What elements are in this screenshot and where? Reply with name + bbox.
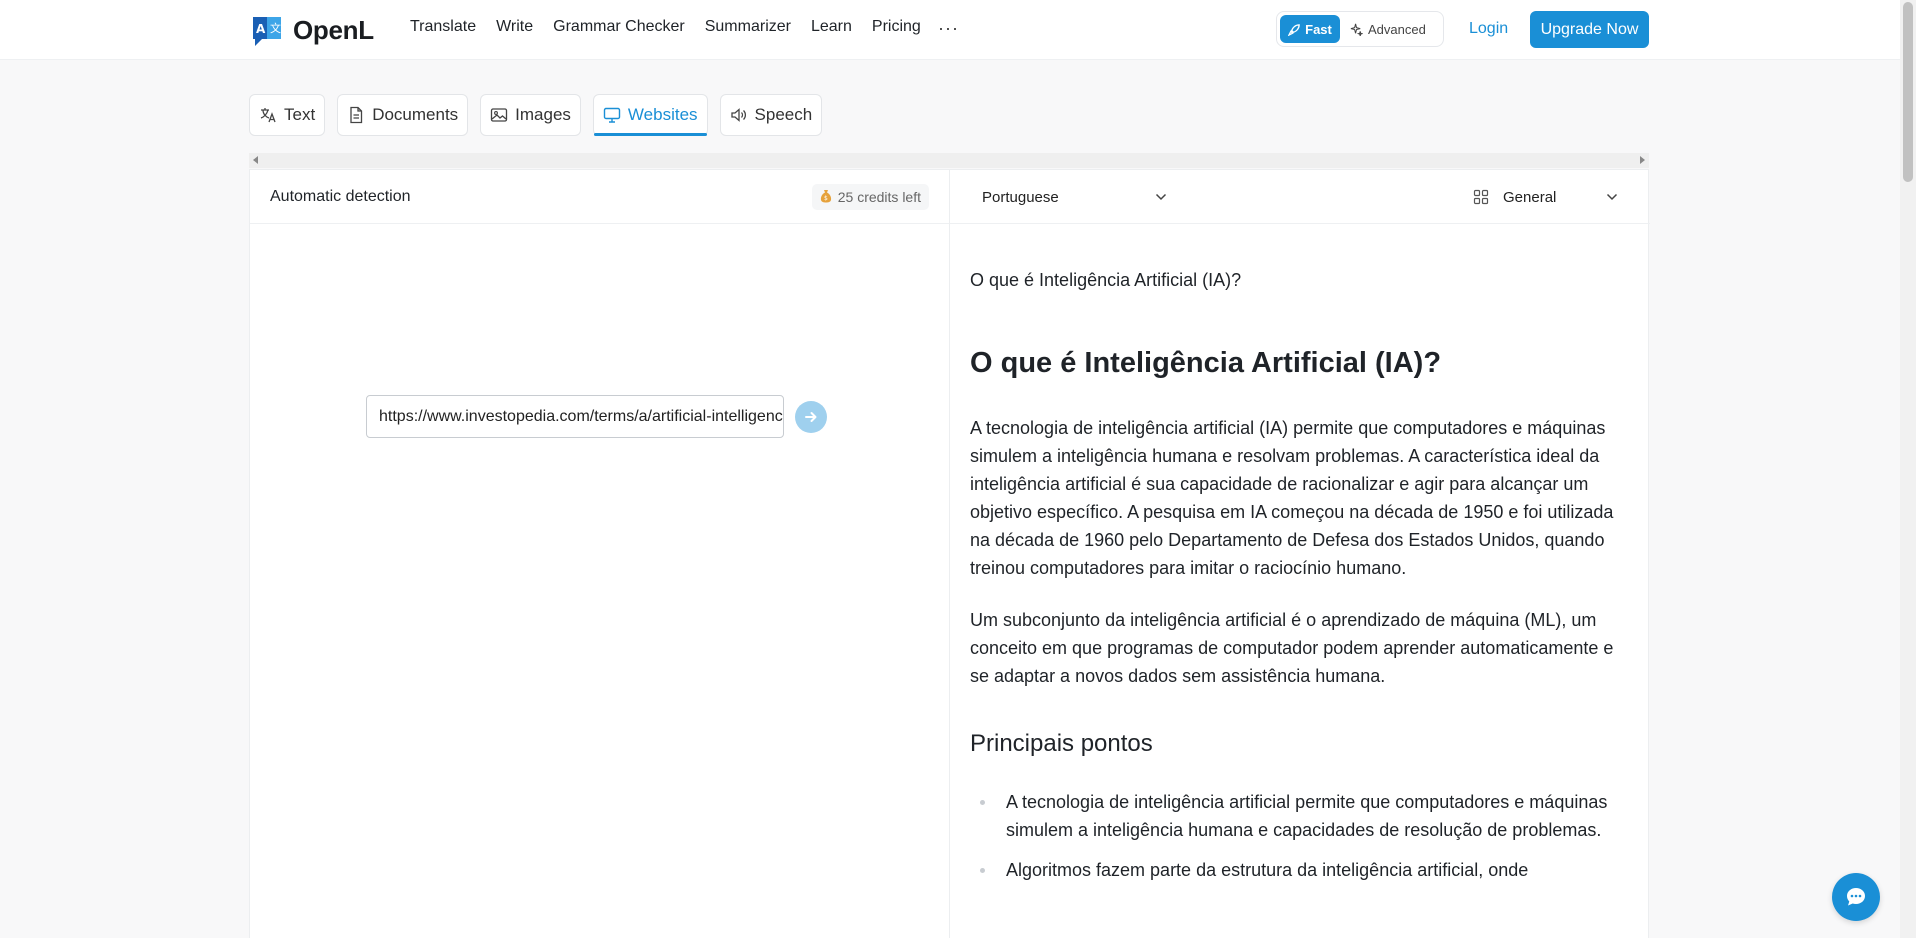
scroll-left-icon[interactable] (253, 156, 258, 164)
tab-speech[interactable]: Speech (719, 94, 823, 136)
list-item: A tecnologia de inteligência artificial … (970, 788, 1630, 844)
arrow-right-icon (805, 412, 817, 422)
tab-images[interactable]: Images (480, 94, 581, 136)
credits-text: 25 credits left (837, 189, 921, 205)
openl-logo-icon: A 文 (250, 14, 284, 46)
chevron-down-icon (1606, 193, 1618, 201)
speaker-icon (730, 108, 746, 122)
tab-websites[interactable]: Websites (592, 94, 708, 136)
money-bag-icon: $ (820, 189, 832, 206)
list-item: Algoritmos fazem parte da estrutura da i… (970, 856, 1630, 884)
monitor-icon (603, 107, 621, 123)
tab-websites-label: Websites (627, 105, 698, 124)
svg-text:A: A (256, 22, 266, 36)
tab-documents[interactable]: Documents (337, 94, 469, 136)
mode-advanced-label: Advanced (1368, 21, 1426, 37)
tab-text-label: Text (284, 105, 316, 124)
page-scrollbar[interactable] (1900, 0, 1916, 938)
sparkle-icon (1350, 23, 1363, 36)
target-language-select[interactable]: Portuguese (982, 184, 1167, 210)
translated-website-content: O que é Inteligência Artificial (IA)? O … (970, 270, 1630, 896)
translated-paragraph: A tecnologia de inteligência artificial … (970, 418, 1614, 578)
key-points-list: A tecnologia de inteligência artificial … (970, 788, 1630, 884)
nav-pricing[interactable]: Pricing (872, 18, 921, 36)
brand-logo[interactable]: A 文 OpenL (250, 14, 374, 46)
more-menu-icon[interactable]: ··· (938, 18, 959, 39)
tab-images-label: Images (515, 105, 571, 124)
chat-bubble-icon (1847, 888, 1865, 906)
nav-summarizer[interactable]: Summarizer (705, 18, 791, 36)
target-language-label: Portuguese (982, 188, 1059, 206)
target-panel: Portuguese General O que é Inteligência … (950, 170, 1650, 938)
nav-learn[interactable]: Learn (811, 18, 852, 36)
translate-website-button[interactable] (795, 401, 827, 433)
website-url-input[interactable]: https://www.investopedia.com/terms/a/art… (366, 395, 784, 438)
nav-grammar-checker[interactable]: Grammar Checker (553, 18, 685, 36)
login-link[interactable]: Login (1469, 20, 1508, 38)
top-header: A 文 OpenL Translate Write Grammar Checke… (0, 0, 1900, 60)
source-header: Automatic detection $ 25 credits left (250, 170, 949, 224)
translated-subheading: Principais pontos (970, 730, 1153, 757)
translate-icon (260, 108, 276, 123)
chat-button[interactable] (1832, 873, 1880, 921)
upgrade-button[interactable]: Upgrade Now (1530, 11, 1649, 48)
horizontal-scrollbar[interactable] (249, 153, 1649, 168)
source-panel: Automatic detection $ 25 credits left ht… (250, 170, 950, 938)
tab-speech-label: Speech (754, 105, 813, 124)
chevron-down-icon (1155, 193, 1167, 201)
nav-translate[interactable]: Translate (410, 18, 476, 36)
nav-write[interactable]: Write (496, 18, 533, 36)
source-language-select[interactable]: Automatic detection (270, 188, 411, 206)
mode-fast-label: Fast (1305, 21, 1332, 37)
translated-heading: O que é Inteligência Artificial (IA)? (970, 347, 1442, 379)
grid-icon (1473, 189, 1489, 205)
scrollbar-thumb[interactable] (1903, 2, 1913, 182)
mode-switch: Fast Advanced (1276, 11, 1444, 47)
rocket-icon (1288, 23, 1300, 36)
document-icon (350, 106, 363, 124)
main-nav: Translate Write Grammar Checker Summariz… (410, 18, 921, 36)
domain-label: General (1503, 188, 1557, 206)
tab-text[interactable]: Text (249, 94, 326, 136)
domain-select[interactable]: General (1473, 184, 1618, 210)
scroll-right-icon[interactable] (1640, 156, 1645, 164)
mode-tabs: Text Documents Images Websites Speech (249, 94, 823, 136)
translator-panels: Automatic detection $ 25 credits left ht… (249, 169, 1650, 938)
mode-fast-button[interactable]: Fast (1280, 15, 1340, 43)
tab-documents-label: Documents (372, 105, 459, 124)
svg-text:$: $ (824, 195, 828, 202)
mode-advanced-button[interactable]: Advanced (1344, 15, 1432, 43)
translated-doc-title: O que é Inteligência Artificial (IA)? (970, 270, 1242, 290)
image-icon (491, 108, 508, 122)
brand-name: OpenL (293, 14, 374, 45)
credits-badge: $ 25 credits left (811, 184, 929, 210)
translated-paragraph: Um subconjunto da inteligência artificia… (970, 610, 1614, 686)
target-header: Portuguese General (950, 170, 1650, 224)
svg-text:文: 文 (270, 21, 281, 35)
